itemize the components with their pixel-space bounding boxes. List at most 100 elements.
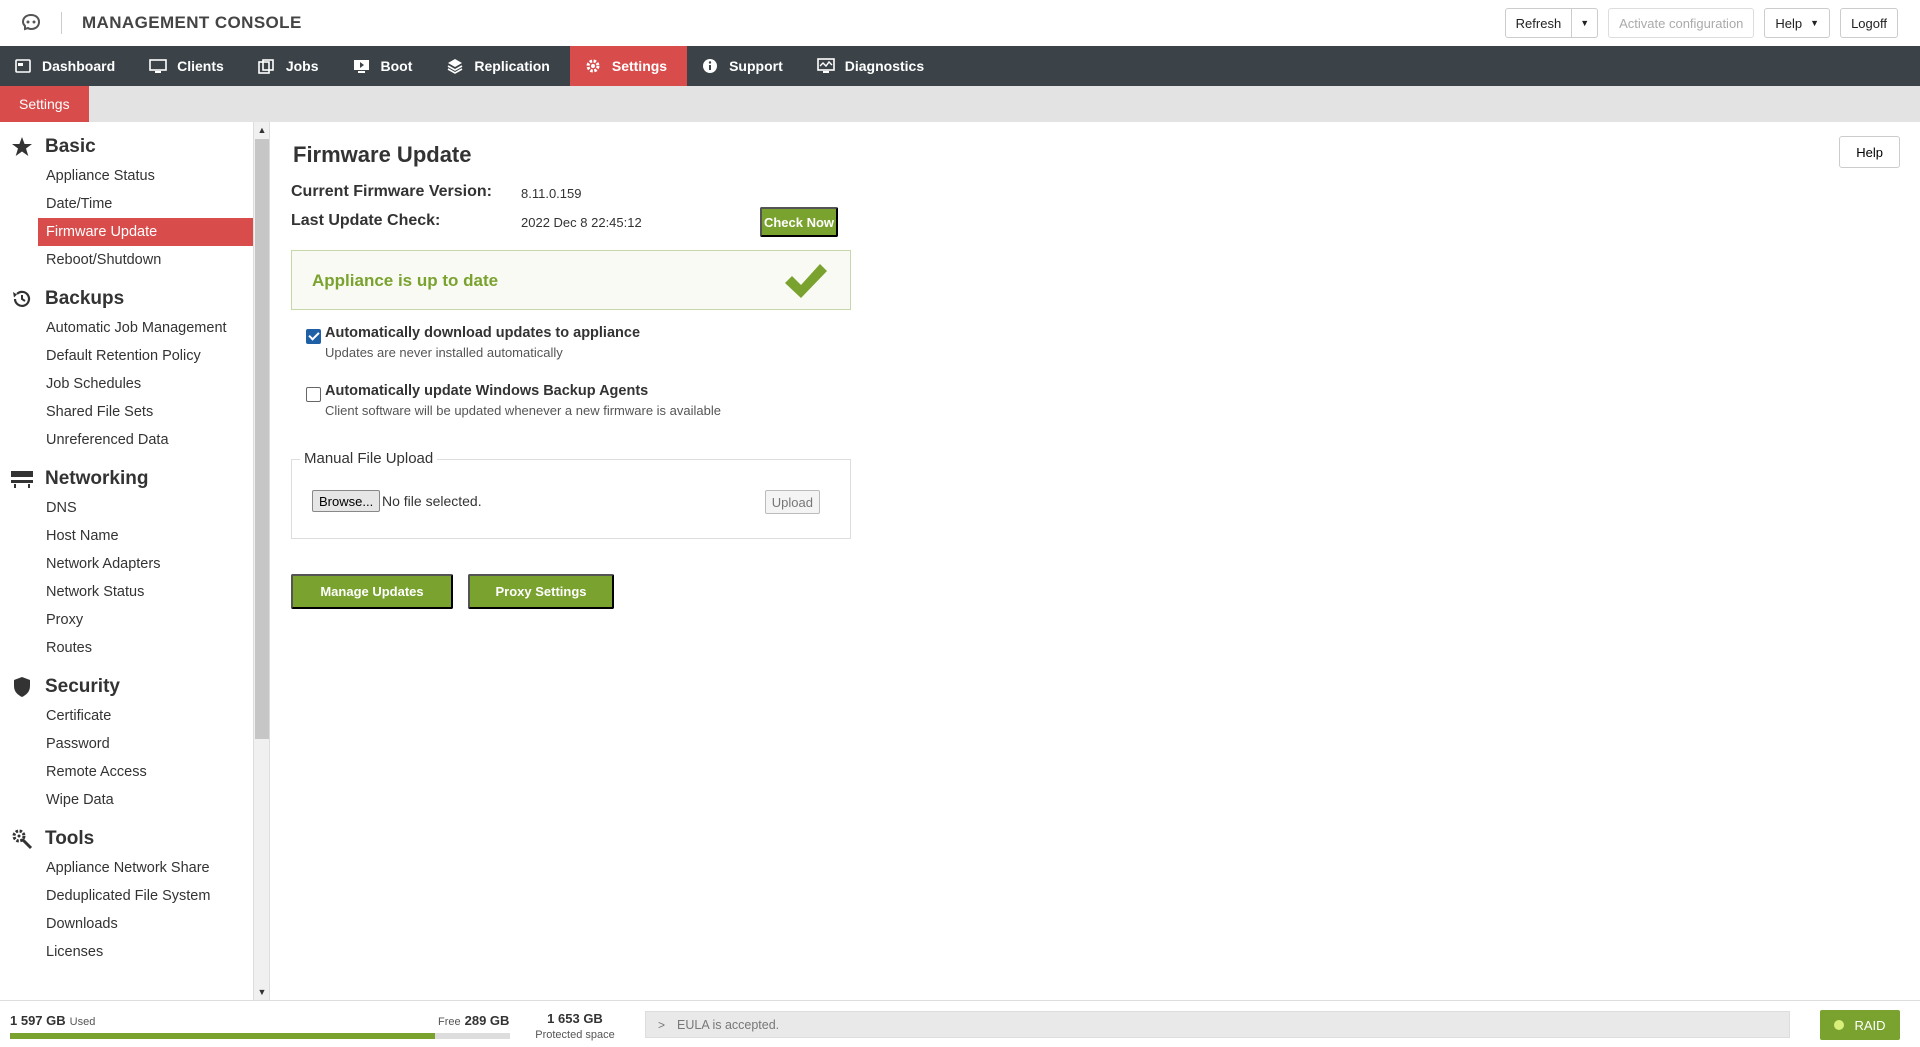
chevron-down-icon: ▼ — [1810, 18, 1820, 28]
logoff-button[interactable]: Logoff — [1840, 8, 1898, 38]
nav-settings[interactable]: Settings — [569, 46, 688, 86]
nav-boot-label: Boot — [380, 58, 413, 74]
shield-icon — [10, 675, 34, 699]
info-icon — [701, 57, 719, 75]
help-menu-label: Help — [1775, 15, 1803, 31]
main-nav: Dashboard Clients Jobs Boot Replication … — [0, 46, 1920, 86]
sidebar-heading-security: Security — [0, 672, 253, 702]
nav-settings-label: Settings — [611, 58, 668, 74]
nav-replication[interactable]: Replication — [432, 46, 569, 86]
history-icon — [10, 287, 34, 311]
sidebar-item-remote-access[interactable]: Remote Access — [0, 758, 253, 786]
chevron-right-icon: > — [658, 1017, 666, 1032]
sidebar-item-shared-file-sets[interactable]: Shared File Sets — [0, 398, 253, 426]
sidebar-heading-label: Security — [45, 676, 120, 697]
sidebar-item-deduplicated-file-system[interactable]: Deduplicated File System — [0, 882, 253, 910]
storage-free: Free 289 GB — [438, 1013, 509, 1028]
monitor-icon — [149, 57, 167, 75]
breadcrumb: Settings — [0, 86, 1920, 122]
sidebar-item-appliance-status[interactable]: Appliance Status — [0, 162, 253, 190]
logo-icon — [16, 8, 46, 38]
proxy-settings-button[interactable]: Proxy Settings — [468, 574, 614, 609]
sidebar-item-automatic-job-management[interactable]: Automatic Job Management — [0, 314, 253, 342]
scroll-up-chevron-icon[interactable]: ▲ — [254, 122, 269, 138]
nav-support[interactable]: Support — [687, 46, 803, 86]
storage-usage-bar — [10, 1033, 510, 1039]
sidebar-item-firmware-update[interactable]: Firmware Update — [38, 218, 253, 246]
nav-boot[interactable]: Boot — [339, 46, 433, 86]
sidebar-item-dns[interactable]: DNS — [0, 494, 253, 522]
help-button[interactable]: Help — [1839, 136, 1900, 168]
sidebar-item-unreferenced-data[interactable]: Unreferenced Data — [0, 426, 253, 454]
last-check-value: 2022 Dec 8 22:45:12 — [521, 215, 642, 230]
sidebar-item-job-schedules[interactable]: Job Schedules — [0, 370, 253, 398]
scrollbar-thumb[interactable] — [255, 139, 269, 739]
eula-status-bar[interactable]: > EULA is accepted. — [645, 1011, 1790, 1038]
sidebar-item-certificate[interactable]: Certificate — [0, 702, 253, 730]
sidebar-item-routes[interactable]: Routes — [0, 634, 253, 662]
refresh-dropdown-chevron-icon[interactable]: ▼ — [1572, 8, 1599, 38]
sidebar-item-appliance-network-share[interactable]: Appliance Network Share — [0, 854, 253, 882]
nav-jobs-label: Jobs — [285, 58, 319, 74]
nav-jobs[interactable]: Jobs — [244, 46, 339, 86]
raid-label: RAID — [1854, 1017, 1886, 1033]
auto-download-description: Updates are never installed automaticall… — [325, 345, 563, 360]
protected-space: 1 653 GB Protected space — [534, 1011, 616, 1041]
nav-diagnostics[interactable]: Diagnostics — [803, 46, 944, 86]
star-icon — [10, 135, 34, 159]
protected-space-value: 1 653 GB — [547, 1011, 603, 1026]
selected-file-text: No file selected. — [382, 493, 482, 509]
help-menu-button[interactable]: Help ▼ — [1764, 8, 1831, 38]
storage-used: 1 597 GB Used — [10, 1013, 95, 1028]
auto-agents-label: Automatically update Windows Backup Agen… — [325, 383, 649, 399]
auto-download-checkbox[interactable] — [306, 329, 321, 344]
manage-updates-button[interactable]: Manage Updates — [291, 574, 453, 609]
browse-button[interactable]: Browse... — [312, 490, 381, 512]
nav-dashboard[interactable]: Dashboard — [0, 46, 135, 86]
replication-icon — [446, 57, 464, 75]
sidebar-heading-tools: Tools — [0, 824, 253, 854]
storage-used-label: Used — [69, 1016, 96, 1028]
network-icon — [10, 467, 34, 491]
sidebar-section-networking: Networking DNS Host Name Network Adapter… — [0, 464, 253, 662]
jobs-icon — [258, 57, 276, 75]
activate-configuration-button[interactable]: Activate configuration — [1608, 8, 1755, 38]
sidebar-item-network-status[interactable]: Network Status — [0, 578, 253, 606]
check-now-button[interactable]: Check Now — [760, 207, 838, 237]
sidebar-section-tools: Tools Appliance Network Share Deduplicat… — [0, 824, 253, 966]
scroll-down-chevron-icon[interactable]: ▼ — [254, 984, 269, 1000]
auto-agents-checkbox[interactable] — [306, 387, 321, 402]
current-version-label: Current Firmware Version: — [291, 183, 492, 200]
refresh-button[interactable]: Refresh — [1504, 8, 1573, 38]
sidebar-item-reboot-shutdown[interactable]: Reboot/Shutdown — [0, 246, 253, 274]
checkmark-icon — [782, 259, 830, 303]
manual-upload-legend: Manual File Upload — [300, 450, 438, 467]
sidebar-item-proxy[interactable]: Proxy — [0, 606, 253, 634]
nav-clients[interactable]: Clients — [135, 46, 244, 86]
auto-download-label: Automatically download updates to applia… — [325, 325, 641, 341]
sidebar-scrollbar[interactable]: ▲ ▼ — [253, 122, 269, 1000]
storage-usage-fill — [10, 1033, 435, 1039]
breadcrumb-settings[interactable]: Settings — [0, 86, 89, 122]
app-title: MANAGEMENT CONSOLE — [82, 13, 302, 32]
sidebar-item-date-time[interactable]: Date/Time — [0, 190, 253, 218]
raid-status-button[interactable]: RAID — [1820, 1010, 1900, 1040]
sidebar-heading-networking: Networking — [0, 464, 253, 494]
sidebar-item-default-retention-policy[interactable]: Default Retention Policy — [0, 342, 253, 370]
sidebar-content: Basic Appliance Status Date/Time Firmwar… — [0, 122, 253, 966]
sidebar-item-network-adapters[interactable]: Network Adapters — [0, 550, 253, 578]
sidebar-item-downloads[interactable]: Downloads — [0, 910, 253, 938]
auto-agents-description: Client software will be updated whenever… — [325, 403, 721, 418]
gear-icon — [584, 57, 602, 75]
top-actions: Refresh ▼ Activate configuration Help ▼ L… — [1504, 8, 1898, 38]
sidebar-item-wipe-data[interactable]: Wipe Data — [0, 786, 253, 814]
nav-clients-label: Clients — [177, 58, 224, 74]
nav-diagnostics-label: Diagnostics — [844, 58, 925, 74]
nav-dashboard-label: Dashboard — [42, 58, 116, 74]
upload-button[interactable]: Upload — [764, 490, 820, 514]
sidebar-item-host-name[interactable]: Host Name — [0, 522, 253, 550]
sidebar-item-password[interactable]: Password — [0, 730, 253, 758]
storage-used-value: 1 597 GB — [10, 1013, 66, 1028]
update-status-text: Appliance is up to date — [312, 271, 499, 290]
sidebar-item-licenses[interactable]: Licenses — [0, 938, 253, 966]
